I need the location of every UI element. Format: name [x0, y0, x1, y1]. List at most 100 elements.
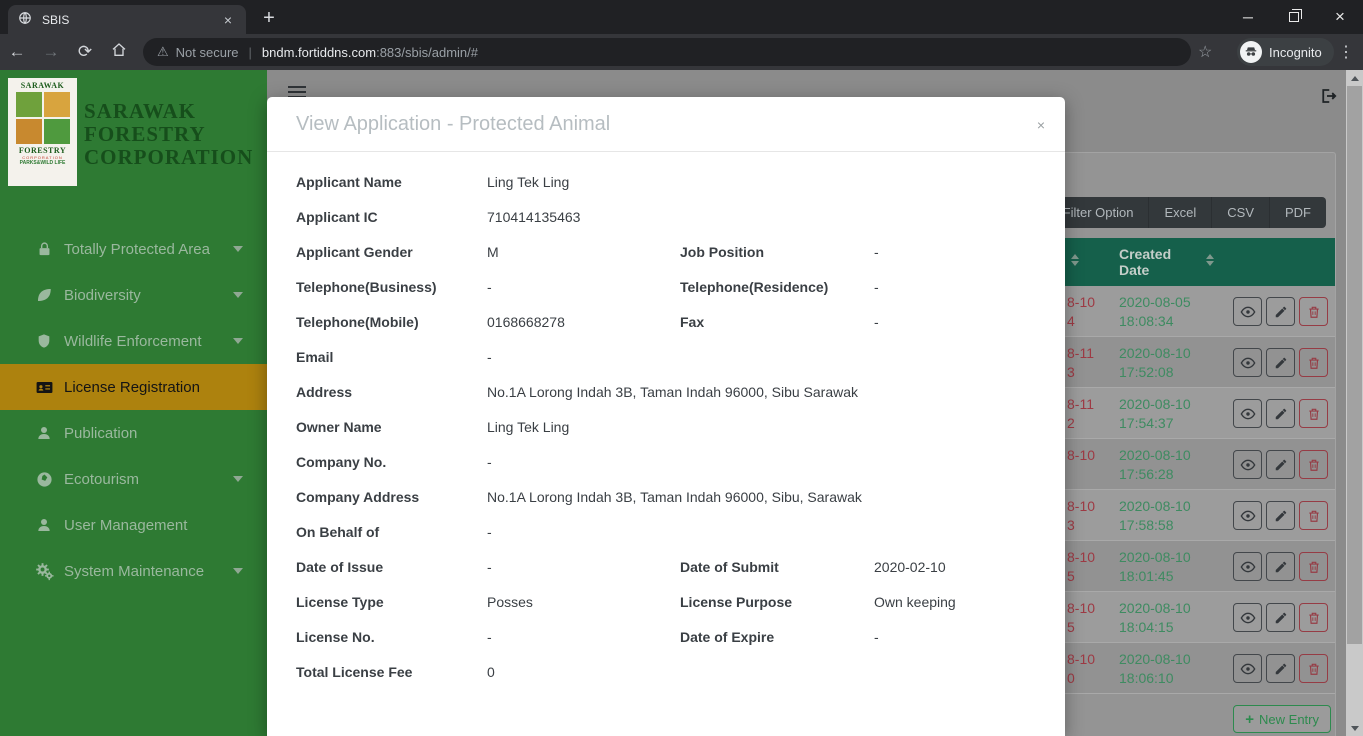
- edit-button[interactable]: [1266, 399, 1295, 428]
- delete-button[interactable]: [1299, 297, 1328, 326]
- browser-menu-icon[interactable]: ⋮: [1338, 42, 1354, 62]
- main-content: Filter Option Excel CSV PDF Created Date…: [267, 70, 1346, 736]
- edit-button[interactable]: [1266, 450, 1295, 479]
- modal-close-icon[interactable]: ×: [1031, 115, 1051, 135]
- shield-icon: [34, 331, 54, 351]
- field-row: On Behalf of-: [296, 514, 1036, 549]
- field-row: Company AddressNo.1A Lorong Indah 3B, Ta…: [296, 479, 1036, 514]
- browser-tab-bar: SBIS × + ─ ×: [0, 0, 1363, 34]
- view-application-modal: View Application - Protected Animal × Ap…: [267, 97, 1065, 736]
- sidebar-item-ecotourism[interactable]: Ecotourism: [0, 456, 267, 502]
- edit-button[interactable]: [1266, 603, 1295, 632]
- modal-body: Applicant NameLing Tek Ling Applicant IC…: [267, 152, 1065, 689]
- incognito-icon: [1240, 41, 1262, 63]
- not-secure-label: Not secure: [176, 45, 239, 60]
- view-button[interactable]: [1233, 450, 1262, 479]
- scroll-up-icon[interactable]: [1346, 70, 1363, 86]
- logo-leaf-tile: [16, 92, 42, 117]
- created-date-header[interactable]: Created Date: [1119, 246, 1197, 278]
- sidebar-item-system-maintenance[interactable]: System Maintenance: [0, 548, 267, 594]
- browser-window: SBIS × + ─ × ← → ⟳ ⚠ Not secure | bndm.f…: [0, 0, 1363, 736]
- leaf-icon: [34, 285, 54, 305]
- excel-button[interactable]: Excel: [1148, 197, 1211, 228]
- browser-tab[interactable]: SBIS ×: [8, 5, 246, 34]
- minimize-button[interactable]: ─: [1225, 0, 1271, 34]
- delete-button[interactable]: [1299, 501, 1328, 530]
- logo-tree-tile: [44, 119, 70, 144]
- export-button-group: Filter Option Excel CSV PDF: [1048, 197, 1326, 228]
- url-bar[interactable]: ⚠ Not secure | bndm.fortiddns.com:883/sb…: [143, 38, 1191, 66]
- scroll-down-icon[interactable]: [1346, 720, 1363, 736]
- back-icon[interactable]: ←: [0, 42, 34, 62]
- org-title: SARAWAK FORESTRY CORPORATION: [84, 100, 264, 169]
- edit-button[interactable]: [1266, 654, 1295, 683]
- sidebar-item-biodiversity[interactable]: Biodiversity: [0, 272, 267, 318]
- field-row: Applicant IC710414135463: [296, 199, 1036, 234]
- sidebar: SARAWAK FORESTRY CORPORATION PARKS&WILD …: [0, 70, 267, 736]
- user-icon: [34, 423, 54, 443]
- view-button[interactable]: [1233, 603, 1262, 632]
- edit-button[interactable]: [1266, 501, 1295, 530]
- warning-icon[interactable]: ⚠: [157, 44, 169, 60]
- restore-button[interactable]: [1271, 0, 1317, 34]
- logo-orangutan-tile: [16, 119, 42, 144]
- page-scrollbar[interactable]: [1346, 70, 1363, 736]
- delete-button[interactable]: [1299, 399, 1328, 428]
- sort-icon[interactable]: [1071, 254, 1079, 266]
- delete-button[interactable]: [1299, 654, 1328, 683]
- logout-icon[interactable]: [1319, 87, 1338, 110]
- sidebar-item-license-registration[interactable]: License Registration: [0, 364, 267, 410]
- view-button[interactable]: [1233, 501, 1262, 530]
- id-card-icon: [34, 377, 54, 397]
- edit-button[interactable]: [1266, 297, 1295, 326]
- sort-icon[interactable]: [1206, 254, 1214, 266]
- plus-icon: +: [1245, 711, 1254, 728]
- sidebar-item-user-management[interactable]: User Management: [0, 502, 267, 548]
- csv-button[interactable]: CSV: [1211, 197, 1269, 228]
- field-row: Company No.-: [296, 444, 1036, 479]
- edit-button[interactable]: [1266, 348, 1295, 377]
- field-row: Telephone(Business)-Telephone(Residence)…: [296, 269, 1036, 304]
- view-button[interactable]: [1233, 399, 1262, 428]
- chevron-down-icon: [233, 292, 243, 298]
- pdf-button[interactable]: PDF: [1269, 197, 1326, 228]
- new-tab-button[interactable]: +: [256, 6, 282, 32]
- user-icon: [34, 515, 54, 535]
- sfc-logo: SARAWAK FORESTRY CORPORATION PARKS&WILD …: [8, 78, 77, 186]
- field-row: Email-: [296, 339, 1036, 374]
- sidebar-item-wildlife-enforcement[interactable]: Wildlife Enforcement: [0, 318, 267, 364]
- url-path: :883/sbis/admin/#: [376, 45, 478, 60]
- chevron-down-icon: [233, 246, 243, 252]
- logo-hornbill-tile: [44, 92, 70, 117]
- bookmark-star-icon[interactable]: ☆: [1198, 42, 1212, 62]
- home-icon[interactable]: [102, 42, 136, 63]
- field-row: Applicant GenderMJob Position-: [296, 234, 1036, 269]
- tab-close-icon[interactable]: ×: [220, 12, 236, 28]
- chevron-down-icon: [233, 338, 243, 344]
- url-domain: bndm.fortiddns.com: [262, 45, 376, 60]
- view-button[interactable]: [1233, 552, 1262, 581]
- close-button[interactable]: ×: [1317, 0, 1363, 34]
- forward-icon[interactable]: →: [34, 42, 68, 62]
- sidebar-nav: Totally Protected Area Biodiversity Wild…: [0, 226, 267, 594]
- view-button[interactable]: [1233, 348, 1262, 377]
- new-entry-button[interactable]: + New Entry: [1233, 705, 1331, 733]
- chevron-down-icon: [233, 476, 243, 482]
- delete-button[interactable]: [1299, 348, 1328, 377]
- view-button[interactable]: [1233, 654, 1262, 683]
- sidebar-item-totally-protected-area[interactable]: Totally Protected Area: [0, 226, 267, 272]
- field-row: AddressNo.1A Lorong Indah 3B, Taman Inda…: [296, 374, 1036, 409]
- view-button[interactable]: [1233, 297, 1262, 326]
- browser-toolbar: ← → ⟳ ⚠ Not secure | bndm.fortiddns.com:…: [0, 34, 1363, 70]
- globe-icon: [34, 469, 54, 489]
- sidebar-item-publication[interactable]: Publication: [0, 410, 267, 456]
- delete-button[interactable]: [1299, 552, 1328, 581]
- edit-button[interactable]: [1266, 552, 1295, 581]
- reload-icon[interactable]: ⟳: [68, 42, 102, 62]
- scrollbar-thumb[interactable]: [1347, 86, 1362, 644]
- field-row: Date of Issue-Date of Submit2020-02-10: [296, 549, 1036, 584]
- field-row: Total License Fee0: [296, 654, 1036, 689]
- delete-button[interactable]: [1299, 450, 1328, 479]
- delete-button[interactable]: [1299, 603, 1328, 632]
- incognito-label: Incognito: [1269, 45, 1322, 60]
